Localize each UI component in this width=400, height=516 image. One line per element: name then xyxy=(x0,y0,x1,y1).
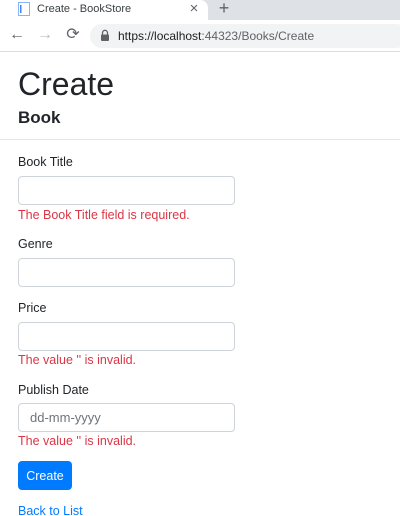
back-to-list-link[interactable]: Back to List xyxy=(18,504,83,516)
browser-tab-strip: Create - BookStore × + xyxy=(0,0,400,20)
book-title-label: Book Title xyxy=(18,155,73,169)
lock-icon xyxy=(101,29,109,41)
browser-toolbar: ← → ⟳ https://localhost:44323/Books/Crea… xyxy=(0,20,400,52)
page-subtitle: Book xyxy=(18,108,61,127)
genre-label: Genre xyxy=(18,237,53,251)
price-error: The value '' is invalid. xyxy=(18,353,137,367)
price-input[interactable] xyxy=(18,322,235,351)
create-button[interactable]: Create xyxy=(18,461,72,490)
page-icon xyxy=(18,2,30,16)
url-text: https://localhost:44323/Books/Create xyxy=(118,29,314,43)
reload-icon[interactable]: ⟳ xyxy=(62,24,84,46)
genre-input[interactable] xyxy=(18,258,235,287)
address-bar[interactable]: https://localhost:44323/Books/Create xyxy=(90,24,400,48)
page-title: Create xyxy=(18,66,115,102)
publish-date-error: The value '' is invalid. xyxy=(18,434,137,448)
url-scheme: https:// xyxy=(118,29,155,43)
close-tab-icon[interactable]: × xyxy=(186,0,202,18)
publish-date-label: Publish Date xyxy=(18,383,89,397)
price-label: Price xyxy=(18,301,47,315)
new-tab-icon[interactable]: + xyxy=(216,0,232,18)
url-path: :44323/Books/Create xyxy=(201,29,315,43)
divider xyxy=(0,139,400,140)
back-arrow-icon[interactable]: ← xyxy=(6,24,28,46)
browser-tab[interactable]: Create - BookStore × xyxy=(0,0,208,20)
tab-title: Create - BookStore xyxy=(37,3,132,15)
publish-date-input[interactable] xyxy=(18,403,235,432)
url-host: localhost xyxy=(154,29,202,43)
book-title-error: The Book Title field is required. xyxy=(18,208,190,222)
forward-arrow-icon[interactable]: → xyxy=(34,24,56,46)
book-title-input[interactable] xyxy=(18,176,235,205)
page-content: Create Book Book Title The Book Title fi… xyxy=(0,53,400,516)
